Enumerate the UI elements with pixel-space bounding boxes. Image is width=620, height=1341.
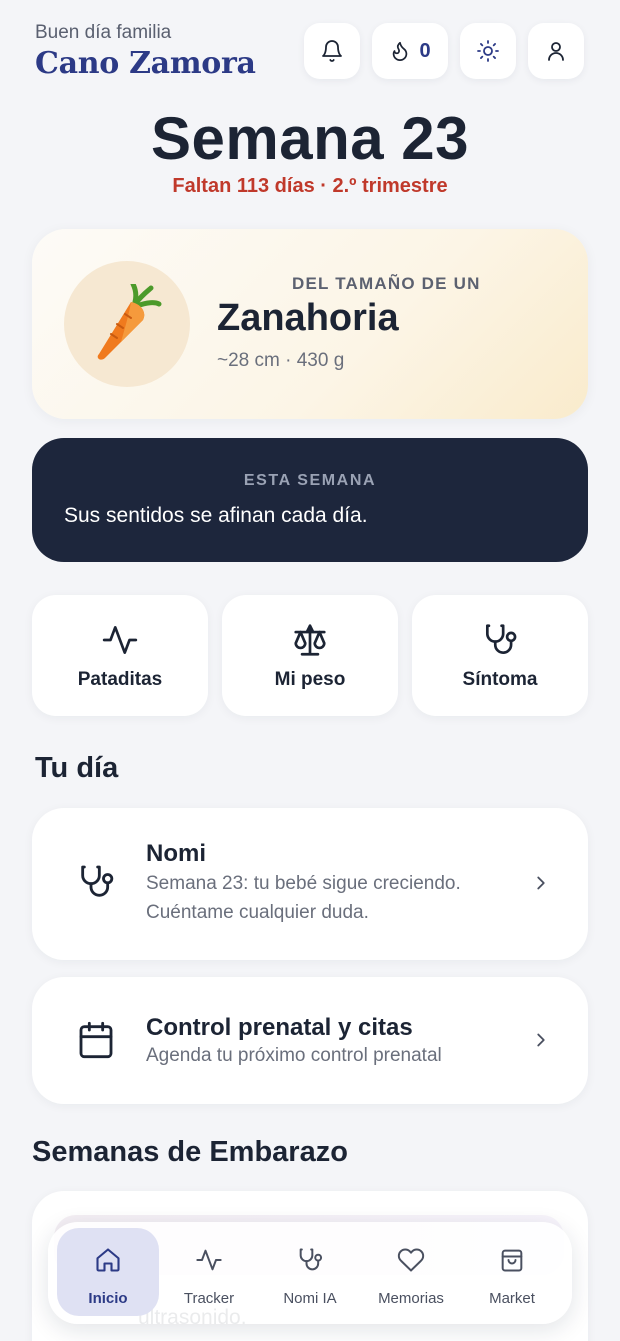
greeting-text: Buen día familia — [35, 22, 172, 43]
weight-button[interactable]: Mi peso — [222, 595, 398, 716]
nav-memorias[interactable]: Memorias — [360, 1228, 462, 1316]
nomi-title: Nomi — [146, 840, 206, 867]
sun-icon — [476, 39, 500, 63]
streak-count: 0 — [419, 39, 431, 62]
flame-icon — [389, 40, 411, 62]
profile-button[interactable] — [528, 23, 584, 79]
nav-nomi-ia[interactable]: Nomi IA — [259, 1228, 361, 1316]
bottom-nav: Inicio Tracker Nomi IA Memorias Market — [48, 1222, 572, 1324]
this-week-card[interactable]: ESTA SEMANA Sus sentidos se afinan cada … — [32, 438, 588, 562]
heart-icon — [360, 1246, 462, 1274]
streak-button[interactable]: 0 — [372, 23, 448, 79]
calendar-icon — [76, 1020, 116, 1060]
nav-market[interactable]: Market — [461, 1228, 563, 1316]
nav-inicio[interactable]: Inicio — [57, 1228, 159, 1316]
symptom-label: Síntoma — [462, 669, 538, 690]
fruit-circle — [64, 261, 190, 387]
symptom-button[interactable]: Síntoma — [412, 595, 588, 716]
user-icon — [544, 39, 568, 63]
carrot-icon — [91, 284, 163, 364]
size-name: Zanahoria — [217, 297, 399, 339]
stethoscope-icon — [259, 1246, 361, 1274]
nav-nomi-ia-label: Nomi IA — [283, 1290, 337, 1307]
weeks-section-title: Semanas de Embarazo — [32, 1136, 348, 1168]
prenatal-desc: Agenda tu próximo control prenatal — [146, 1045, 442, 1066]
week-subtitle: Faltan 113 días · 2.º trimestre — [172, 175, 448, 197]
home-icon — [57, 1246, 159, 1274]
nav-tracker-label: Tracker — [183, 1290, 235, 1307]
baby-size-card[interactable]: DEL TAMAÑO DE UN Zanahoria ~28 cm · 430 … — [32, 229, 588, 419]
scale-icon — [222, 621, 398, 659]
bell-icon — [320, 39, 344, 63]
chevron-right-icon — [530, 1029, 552, 1051]
nomi-desc-line2: Cuéntame cualquier duda. — [146, 902, 369, 923]
tu-dia-title: Tu día — [35, 752, 119, 784]
prenatal-card[interactable]: Control prenatal y citas Agenda tu próxi… — [32, 977, 588, 1104]
weight-label: Mi peso — [274, 669, 346, 690]
nomi-card[interactable]: Nomi Semana 23: tu bebé sigue creciendo.… — [32, 808, 588, 960]
week-title: Semana 23 — [150, 105, 470, 172]
theme-toggle-button[interactable] — [460, 23, 516, 79]
nav-tracker[interactable]: Tracker — [158, 1228, 260, 1316]
nav-memorias-label: Memorias — [378, 1290, 444, 1307]
stethoscope-icon — [412, 621, 588, 659]
shopping-bag-icon — [461, 1246, 563, 1274]
stethoscope-icon — [76, 862, 116, 902]
prenatal-title: Control prenatal y citas — [146, 1014, 413, 1041]
activity-icon — [158, 1246, 260, 1274]
kicks-label: Pataditas — [77, 669, 163, 690]
this-week-message: Sus sentidos se afinan cada día. — [64, 504, 368, 527]
size-meta: ~28 cm · 430 g — [217, 350, 345, 371]
family-name: Cano Zamora — [35, 46, 256, 81]
chevron-right-icon — [530, 872, 552, 894]
nav-market-label: Market — [489, 1290, 535, 1307]
this-week-eyebrow: ESTA SEMANA — [243, 472, 377, 489]
size-eyebrow: DEL TAMAÑO DE UN — [292, 274, 481, 293]
nomi-desc-line1: Semana 23: tu bebé sigue creciendo. — [146, 873, 461, 894]
nav-inicio-label: Inicio — [88, 1290, 128, 1307]
kicks-button[interactable]: Pataditas — [32, 595, 208, 716]
notifications-button[interactable] — [304, 23, 360, 79]
activity-icon — [32, 621, 208, 659]
